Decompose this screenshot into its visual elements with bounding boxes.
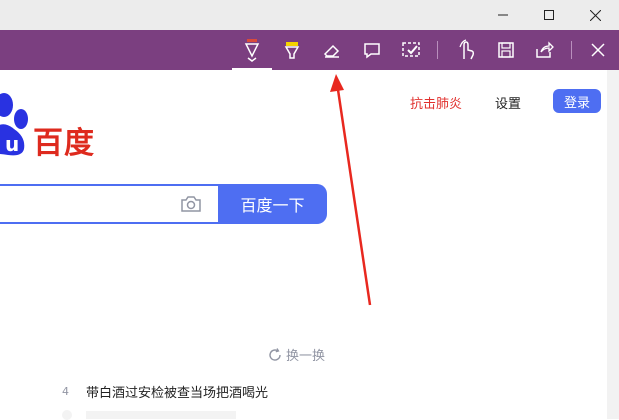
touch-writing-tool[interactable] [450,34,482,66]
window-title-bar [0,0,619,30]
share-tool[interactable] [528,34,560,66]
login-button[interactable]: 登录 [553,89,601,113]
eraser-icon [323,44,340,58]
refresh-hot-button[interactable]: 换一换 [268,345,325,364]
add-note-icon [364,43,380,59]
highlighter-tool[interactable] [276,34,308,66]
camera-icon[interactable] [180,195,202,213]
exit-icon [591,43,605,57]
eraser-tool[interactable] [316,34,348,66]
close-icon [589,9,601,21]
news-link[interactable]: 抗击肺炎 [410,93,462,112]
svg-text:u: u [5,132,19,156]
refresh-label: 换一换 [286,349,326,364]
hot-title: 带白酒过安检被查当场把酒喝光 [86,386,269,401]
clip-icon [402,42,420,57]
minimize-icon [498,14,508,16]
toolbar-divider [571,41,572,59]
minimize-button[interactable] [480,0,526,30]
exit-inking-button[interactable] [582,34,614,66]
toolbar-divider [437,41,438,59]
refresh-icon [269,347,281,361]
add-note-tool[interactable] [356,34,388,66]
maximize-button[interactable] [526,0,572,30]
scrollbar[interactable] [607,70,619,419]
baidu-logo-text: 百度 [33,126,95,161]
share-icon [536,41,554,58]
search-button[interactable]: 百度一下 [218,184,327,224]
clip-tool[interactable] [396,34,428,66]
hot-rank: 4 [62,385,69,398]
settings-link[interactable]: 设置 [495,93,521,112]
hot-list-item[interactable]: 4 带白酒过安检被查当场把酒喝光 [62,382,268,401]
maximize-icon [544,10,554,20]
save-tool[interactable] [490,34,522,66]
save-icon [498,42,514,58]
highlighter-icon [284,42,300,59]
ballpoint-pen-icon [244,39,260,62]
ballpoint-pen-tool[interactable] [236,34,268,66]
web-note-toolbar [0,30,619,70]
close-window-button[interactable] [572,0,618,30]
touch-writing-icon [459,39,475,60]
